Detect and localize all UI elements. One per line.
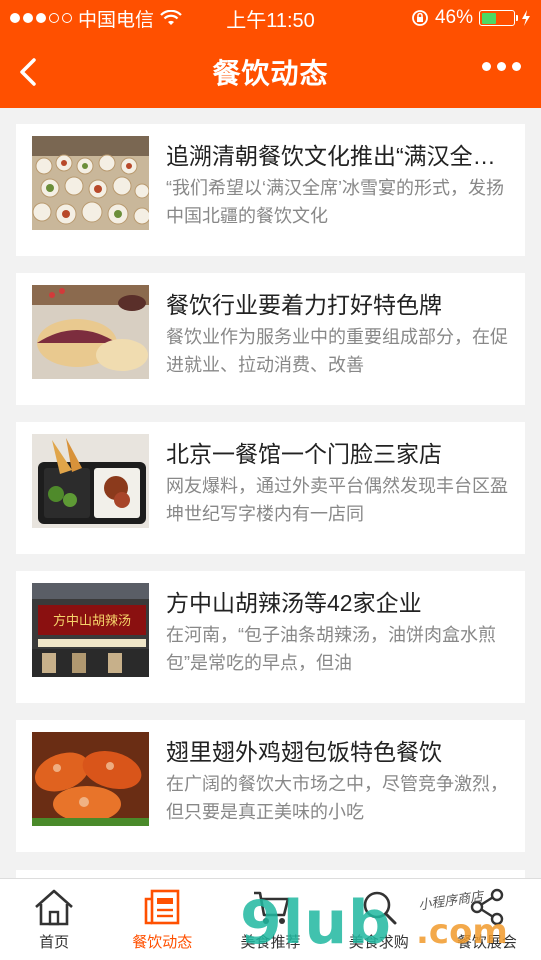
article-card[interactable]: 方中山胡辣汤 方中山胡辣汤等42家企业 在河南，“包子油条胡辣汤，油饼肉盒水煎包…	[16, 571, 525, 703]
article-list: 追溯清朝餐饮文化推出“满汉全席”冰雪宴 “我们希望以‘满汉全席’冰雪宴的形式，发…	[16, 124, 525, 869]
battery-percent: 46%	[434, 7, 473, 28]
article-thumbnail: 方中山胡辣汤	[32, 583, 149, 677]
article-card[interactable]: 翅里翅外鸡翅包饭特色餐饮 在广阔的餐饮大市场之中，尽管竞争激烈，但只要是真正美味…	[16, 720, 525, 852]
signal-strength-icon	[10, 13, 72, 23]
status-bar: 中国电信 上午11:50 46%	[0, 0, 541, 36]
charging-icon	[522, 10, 530, 26]
article-title: 追溯清朝餐饮文化推出“满汉全席”冰雪宴	[166, 143, 511, 169]
article-thumbnail	[32, 732, 149, 826]
tab-label: 美食推荐	[240, 934, 301, 951]
svg-text:方中山胡辣汤: 方中山胡辣汤	[53, 613, 131, 629]
article-title: 餐饮行业要着力打好特色牌	[166, 292, 442, 318]
tab-label: 餐饮动态	[132, 934, 193, 951]
share-icon	[470, 888, 504, 926]
article-desc: “我们希望以‘满汉全席’冰雪宴的形式，发扬中国北疆的餐饮文化	[166, 178, 504, 226]
more-dots-icon	[482, 62, 491, 71]
search-icon	[363, 891, 397, 925]
article-card[interactable]: 追溯清朝餐饮文化推出“满汉全席”冰雪宴 “我们希望以‘满汉全席’冰雪宴的形式，发…	[16, 124, 525, 256]
article-title: 北京一餐馆一个门脸三家店	[166, 441, 442, 467]
tab-news[interactable]: 餐饮动态	[108, 879, 216, 960]
cart-icon	[253, 891, 289, 924]
article-desc: 网友爆料，通过外卖平台偶然发现丰台区盈坤世纪写字楼内有一店同	[166, 476, 508, 524]
article-thumbnail	[32, 136, 149, 230]
article-desc: 餐饮业作为服务业中的重要组成部分，在促进就业、拉动消费、改善	[166, 327, 508, 375]
app-header: 中国电信 上午11:50 46% 餐饮动态	[0, 0, 541, 108]
status-right: 46%	[411, 7, 531, 29]
bottom-tab-bar: 首页 餐饮动态 美食推荐 美食求购 餐饮展会	[0, 878, 541, 960]
article-title: 翅里翅外鸡翅包饭特色餐饮	[166, 739, 442, 765]
tab-recommend[interactable]: 美食推荐	[216, 879, 324, 960]
back-button[interactable]	[14, 54, 44, 90]
wifi-icon	[160, 10, 182, 25]
page-title: 餐饮动态	[212, 58, 329, 89]
article-card[interactable]: 餐饮行业要着力打好特色牌 餐饮业作为服务业中的重要组成部分，在促进就业、拉动消费…	[16, 273, 525, 405]
rotation-lock-icon	[412, 10, 428, 26]
tab-label: 首页	[39, 934, 70, 951]
home-icon	[35, 889, 73, 926]
article-title: 方中山胡辣汤等42家企业	[166, 590, 422, 616]
tab-purchase[interactable]: 美食求购	[325, 879, 433, 960]
tab-label: 美食求购	[348, 934, 409, 951]
article-card[interactable]: 北京一餐馆一个门脸三家店 网友爆料，通过外卖平台偶然发现丰台区盈坤世纪写字楼内有…	[16, 422, 525, 554]
battery-icon	[479, 10, 518, 26]
article-desc: 在广阔的餐饮大市场之中，尽管竞争激烈，但只要是真正美味的小吃	[166, 774, 508, 822]
tab-expo[interactable]: 餐饮展会	[433, 879, 541, 960]
status-left: 中国电信	[10, 5, 182, 32]
more-button[interactable]	[482, 62, 521, 71]
tab-home[interactable]: 首页	[0, 879, 108, 960]
carrier-label: 中国电信	[78, 9, 155, 31]
news-icon	[144, 889, 180, 925]
navigation-bar: 餐饮动态	[0, 36, 541, 108]
article-desc: 在河南，“包子油条胡辣汤，油饼肉盒水煎包”是常吃的早点，但油	[166, 625, 496, 673]
article-thumbnail	[32, 285, 149, 379]
tab-label: 餐饮展会	[456, 934, 517, 951]
article-thumbnail	[32, 434, 149, 528]
